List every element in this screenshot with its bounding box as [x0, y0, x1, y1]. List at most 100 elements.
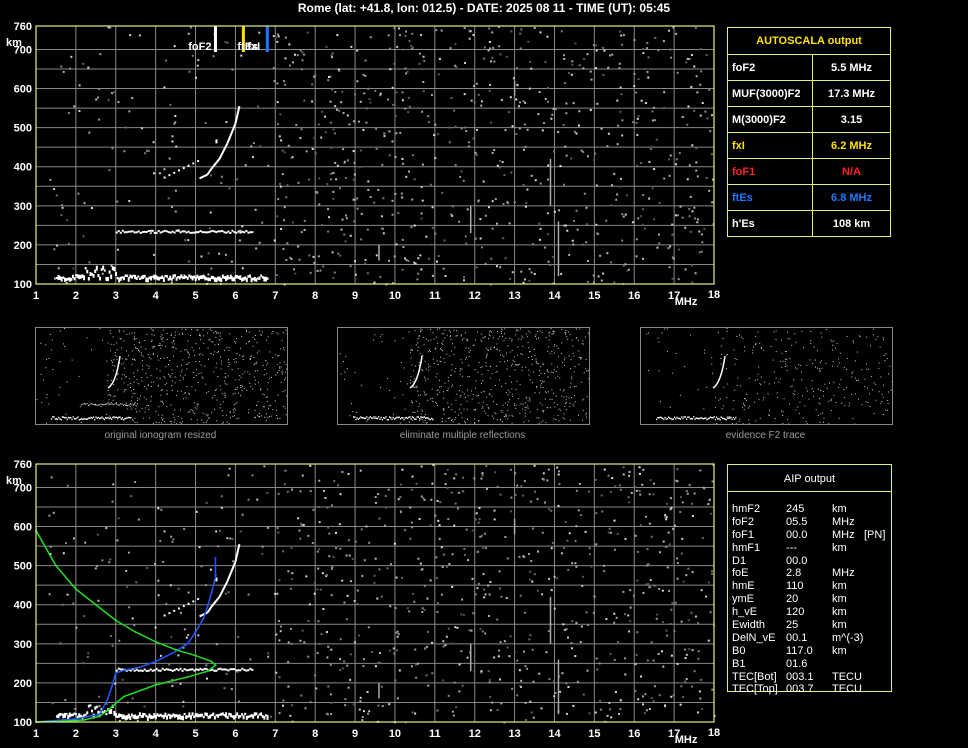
thumbnail-trace-point — [708, 417, 710, 419]
thumbnail-dot — [188, 362, 190, 364]
thumbnail-dot — [208, 417, 210, 419]
es-multiple-point — [141, 669, 144, 672]
noise-dot — [635, 121, 638, 124]
aip-name: hmF2 — [732, 503, 761, 515]
noise-dot — [171, 205, 174, 208]
thumbnail-dot — [539, 392, 541, 394]
thumbnail-dot — [726, 328, 728, 330]
noise-dot — [238, 239, 241, 242]
thumbnail-dot — [527, 342, 529, 344]
thumbnail-dot — [447, 380, 449, 382]
thumbnail-dot — [283, 405, 285, 407]
thumbnail-dot — [830, 339, 832, 341]
aip-row: h_vE 120 km — [732, 606, 932, 619]
noise-dot — [629, 620, 632, 623]
noise-dot — [305, 575, 308, 578]
thumbnail-trace-point — [130, 416, 132, 419]
thumbnail-dot — [240, 387, 242, 389]
noise-dot — [489, 696, 492, 699]
noise-dot — [473, 670, 476, 673]
thumbnail-dot — [454, 418, 456, 420]
noise-dot — [663, 106, 666, 109]
thumbnail-dot — [783, 398, 785, 400]
thumbnail-dot — [170, 333, 172, 335]
profile-point — [206, 670, 209, 673]
noise-dot — [375, 147, 378, 150]
thumbnail-trace-point — [83, 418, 85, 420]
thumbnail-dot — [254, 409, 256, 411]
thumbnail-dot — [554, 345, 556, 347]
thumbnail-trace-point — [700, 416, 702, 419]
noise-dot — [543, 501, 546, 504]
noise-dot — [538, 91, 541, 94]
thumbnail-dot — [444, 361, 446, 363]
noise-dot — [261, 545, 264, 548]
thumbnail-dot — [121, 378, 123, 380]
autoscala-label: ftEs — [727, 184, 813, 211]
thumbnail-dot — [880, 402, 882, 404]
noise-dot — [472, 137, 475, 140]
aip-row: hmF2 245 km — [732, 503, 932, 516]
noise-dot — [609, 531, 612, 534]
noise-dot — [678, 248, 681, 251]
thumbnail-dot — [413, 378, 415, 380]
noise-dot — [411, 475, 414, 478]
thumbnail-dot — [887, 409, 889, 411]
thumbnail-dot — [236, 386, 238, 388]
noise-dot — [247, 593, 250, 596]
thumbnail-dot — [265, 396, 267, 398]
noise-dot — [698, 230, 701, 233]
noise-dot — [168, 663, 171, 666]
profile-point — [106, 709, 109, 712]
thumbnail-dot — [468, 347, 470, 349]
thumbnail-dot — [529, 351, 531, 353]
noise-dot — [466, 656, 469, 659]
thumbnail-dot — [838, 362, 840, 364]
noise-dot — [417, 257, 420, 260]
thumbnail-trace-point — [127, 416, 129, 419]
noise-dot — [621, 119, 624, 122]
noise-dot — [331, 52, 334, 55]
noise-dot — [339, 658, 342, 661]
noise-dot — [173, 45, 176, 48]
thumbnail-dot — [235, 358, 237, 360]
thumbnail-dot — [188, 356, 190, 358]
thumbnail-dot — [752, 346, 754, 348]
thumbnail-trace-point — [671, 418, 673, 421]
thumbnail-dot — [825, 362, 827, 364]
noise-dot — [699, 697, 702, 700]
noise-dot — [546, 100, 549, 103]
noise-dot — [393, 542, 396, 545]
thumbnail-dot — [108, 399, 110, 401]
noise-dot — [195, 510, 198, 513]
noise-dot — [440, 29, 443, 32]
thumbnail-dot — [282, 332, 284, 334]
noise-dot — [435, 29, 438, 32]
f2-lower-point — [163, 176, 166, 179]
noise-dot — [157, 579, 160, 582]
noise-dot — [301, 59, 304, 62]
noise-dot — [69, 67, 72, 70]
thumbnail-dot — [145, 373, 147, 375]
thumbnail-dot — [246, 389, 248, 391]
thumbnail-dot — [219, 385, 221, 387]
ionogram-bottom-chart: 1 2 3 4 5 6 7 8 9 10 11 12 13 14 15 16 17 18MHz1002003004… — [6, 459, 720, 746]
noise-dot — [330, 504, 333, 507]
thumbnail-dot — [114, 351, 116, 353]
noise-dot — [613, 658, 616, 661]
noise-dot — [621, 239, 624, 242]
noise-dot — [383, 132, 386, 135]
noise-dot — [342, 112, 345, 115]
noise-dot — [301, 51, 304, 54]
noise-dot — [391, 199, 394, 202]
thumbnail-dot — [781, 352, 783, 354]
noise-dot — [306, 31, 309, 34]
es-multiple-point — [137, 230, 140, 233]
thumbnail-dot — [66, 381, 68, 383]
noise-dot — [620, 43, 623, 46]
x-tick-label: 11 — [429, 728, 441, 740]
noise-dot — [552, 107, 555, 110]
noise-dot — [143, 705, 146, 708]
thumbnail-dot — [168, 364, 170, 366]
noise-dot — [336, 484, 339, 487]
